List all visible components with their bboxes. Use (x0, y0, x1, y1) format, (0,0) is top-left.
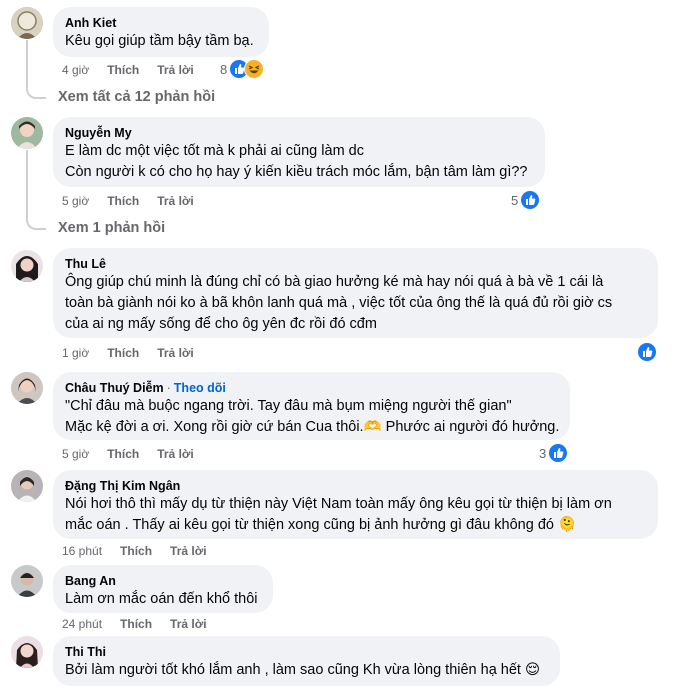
avatar[interactable] (11, 250, 43, 282)
like-icon (520, 190, 541, 210)
comment-text: Nói hơi thô thì mấy dụ từ thiện này Việt… (65, 496, 612, 533)
avatar[interactable] (11, 636, 43, 668)
comment-author[interactable]: Nguyễn My (65, 125, 533, 141)
reply-button[interactable]: Trả lời (157, 345, 194, 361)
comment-author[interactable]: Thi Thi (65, 644, 548, 660)
comment-bubble: Đặng Thị Kim Ngân Nói hơi thô thì mấy dụ… (53, 470, 658, 539)
comment-actions: 16 phút Thích Trả lời (62, 543, 225, 559)
like-button[interactable]: Thích (107, 62, 139, 78)
comment-bubble: Bang An Làm ơn mắc oán đến khổ thôi (53, 565, 273, 613)
comment-text: "Chỉ đâu mà buộc ngang trời. Tay đâu mà … (65, 398, 560, 435)
comment-actions: 1 giờ Thích Trả lời (62, 345, 212, 361)
comment-author[interactable]: Anh Kiet (65, 15, 257, 31)
reply-button[interactable]: Trả lời (170, 543, 207, 559)
comment-author-row: Châu Thuý Diễm · Theo dõi (65, 380, 558, 396)
follow-button[interactable]: Theo dõi (174, 381, 226, 395)
comment-author[interactable]: Thu Lê (65, 256, 646, 272)
avatar[interactable] (11, 7, 43, 39)
like-button[interactable]: Thích (120, 543, 152, 559)
comment-text: E làm dc một việc tốt mà k phải ai cũng … (65, 143, 528, 180)
reply-thread-line (26, 150, 46, 230)
comment-author[interactable]: Châu Thuý Diễm (65, 381, 164, 395)
comment-time[interactable]: 24 phút (62, 616, 102, 632)
comment-actions: 5 giờ Thích Trả lời (62, 193, 212, 209)
comment-author[interactable]: Bang An (65, 573, 261, 589)
view-replies-link[interactable]: Xem 1 phản hồi (58, 220, 165, 236)
comment-text: Làm ơn mắc oán đến khổ thôi (65, 591, 258, 607)
reaction-summary[interactable] (637, 342, 657, 362)
reaction-summary[interactable]: 3 (539, 443, 569, 463)
avatar[interactable] (11, 372, 43, 404)
comment-bubble: Nguyễn My E làm dc một việc tốt mà k phả… (53, 117, 545, 187)
comment-bubble: Thi Thi Bởi làm người tốt khó lắm anh , … (53, 636, 560, 686)
reply-button[interactable]: Trả lời (157, 193, 194, 209)
like-icon (637, 342, 657, 362)
haha-icon (244, 59, 265, 79)
comment-time[interactable]: 5 giờ (62, 193, 89, 209)
reply-button[interactable]: Trả lời (157, 446, 194, 462)
avatar[interactable] (11, 470, 43, 502)
like-button[interactable]: Thích (107, 193, 139, 209)
like-button[interactable]: Thích (120, 616, 152, 632)
like-button[interactable]: Thích (107, 446, 139, 462)
comment-text: Bởi làm người tốt khó lắm anh , làm sao … (65, 662, 541, 678)
reply-thread-line (26, 40, 46, 99)
avatar[interactable] (11, 117, 43, 149)
comment-actions: 5 giờ Thích Trả lời (62, 446, 212, 462)
comment-bubble: Châu Thuý Diễm · Theo dõi "Chỉ đâu mà buộc… (53, 372, 570, 440)
reply-button[interactable]: Trả lời (170, 616, 207, 632)
comment-time[interactable]: 5 giờ (62, 446, 89, 462)
comment-time[interactable]: 1 giờ (62, 345, 89, 361)
separator-dot: · (166, 381, 171, 395)
comment-actions: 4 giờ Thích Trả lời (62, 62, 212, 78)
comment-actions: 24 phút Thích Trả lời (62, 616, 225, 632)
view-all-replies-link[interactable]: Xem tất cả 12 phản hồi (58, 89, 215, 105)
comment-text: Ông giúp chú minh là đúng chỉ có bà giao… (65, 274, 613, 332)
comment-author[interactable]: Đặng Thị Kim Ngân (65, 478, 646, 494)
reaction-count: 3 (539, 445, 547, 461)
like-icon (548, 443, 569, 463)
like-button[interactable]: Thích (107, 345, 139, 361)
avatar[interactable] (11, 565, 43, 597)
reaction-count: 8 (220, 61, 228, 77)
comment-bubble: Thu Lê Ông giúp chú minh là đúng chỉ có … (53, 248, 658, 338)
comment-time[interactable]: 16 phút (62, 543, 102, 559)
reply-button[interactable]: Trả lời (157, 62, 194, 78)
reaction-summary[interactable]: 5 (511, 190, 541, 210)
comment-time[interactable]: 4 giờ (62, 62, 89, 78)
comment-text: Kêu gọi giúp tầm bậy tầm bạ. (65, 33, 254, 49)
reaction-count: 5 (511, 192, 519, 208)
reaction-summary[interactable]: 8 (220, 59, 265, 79)
comment-bubble: Anh Kiet Kêu gọi giúp tầm bậy tầm bạ. (53, 7, 269, 57)
